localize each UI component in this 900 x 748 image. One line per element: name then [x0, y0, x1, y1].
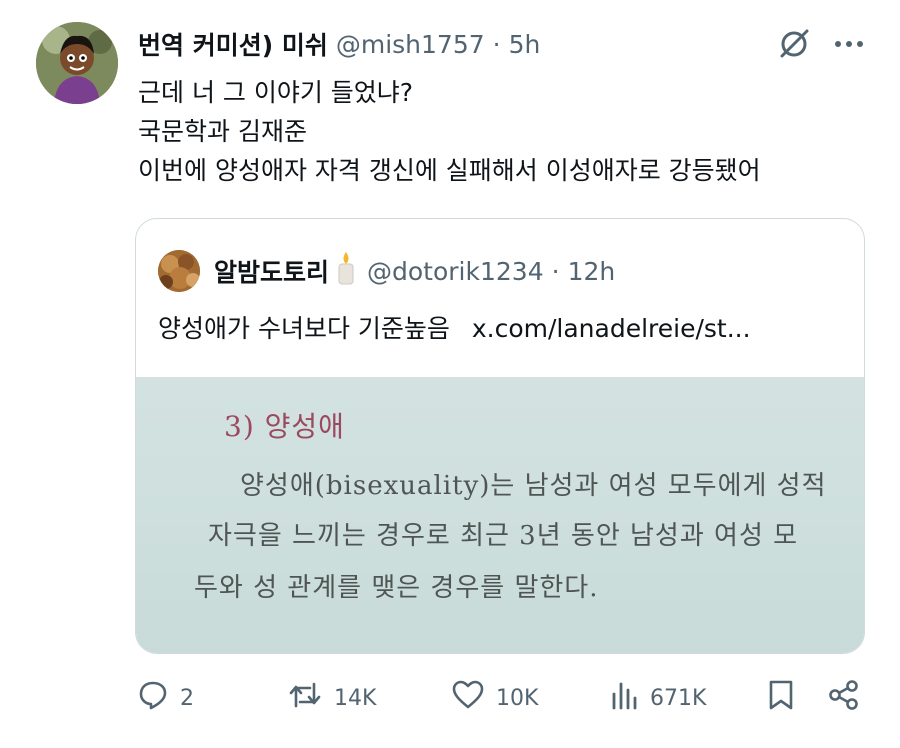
- author-avatar[interactable]: [36, 22, 118, 104]
- bookmark-button[interactable]: [768, 672, 794, 724]
- quote-tweet[interactable]: 알밤도토리 @dotorik1234 · 12h 양성애가 수녀보다 기준높음 …: [135, 218, 865, 654]
- tweet-line: 국문학과 김재준: [138, 117, 307, 146]
- views-button[interactable]: 671K: [610, 672, 706, 724]
- quote-text: 양성애가 수녀보다 기준높음 x.com/lanadelreie/st...: [158, 309, 751, 345]
- tweet-time[interactable]: 5h: [509, 30, 541, 59]
- candle-icon: [335, 251, 357, 291]
- quote-body: 양성애가 수녀보다 기준높음: [158, 314, 450, 343]
- tweet-top-actions: [776, 26, 864, 62]
- more-icon[interactable]: [834, 39, 864, 49]
- share-button[interactable]: [828, 672, 860, 724]
- reply-icon: [138, 680, 168, 716]
- author-handle[interactable]: @mish1757: [336, 30, 485, 59]
- quote-link[interactable]: x.com/lanadelreie/st...: [472, 314, 751, 343]
- quote-image[interactable]: 3) 양성애 양성애(bisexuality)는 남성과 여성 모두에게 성적 …: [136, 377, 864, 653]
- quote-author-name[interactable]: 알밤도토리: [214, 253, 329, 289]
- separator-dot: ·: [492, 29, 501, 59]
- quote-header: 알밤도토리 @dotorik1234 · 12h: [158, 250, 616, 292]
- tweet-line: 근데 너 그 이야기 들었냐?: [138, 78, 414, 107]
- action-bar: 2 14K 10K 671K: [0, 672, 900, 724]
- like-icon: [452, 680, 484, 716]
- separator-dot: ·: [551, 256, 560, 286]
- tweet-line: 이번에 양성애자 자격 갱신에 실패해서 이성애자로 강등됐어: [138, 156, 761, 185]
- grok-icon[interactable]: [776, 26, 812, 62]
- like-count: 10K: [496, 685, 539, 711]
- book-line: 자극을 느끼는 경우로 최근 3년 동안 남성과 여성 모: [208, 521, 799, 551]
- book-heading: 3) 양성애: [224, 410, 345, 443]
- repost-count: 14K: [334, 685, 377, 711]
- bookmark-icon: [768, 679, 794, 717]
- tweet-text: 근데 너 그 이야기 들었냐? 국문학과 김재준 이번에 양성애자 자격 갱신에…: [138, 73, 858, 190]
- views-icon: [610, 680, 638, 716]
- views-count: 671K: [650, 685, 707, 711]
- like-button[interactable]: 10K: [452, 672, 538, 724]
- reply-button[interactable]: 2: [138, 672, 194, 724]
- repost-button[interactable]: 14K: [288, 672, 376, 724]
- share-icon: [828, 679, 860, 717]
- quote-handle[interactable]: @dotorik1234: [367, 257, 544, 286]
- book-line: 두와 성 관계를 맺은 경우를 말한다.: [194, 573, 599, 603]
- author-name[interactable]: 번역 커미션) 미쉬: [138, 26, 328, 62]
- quote-avatar[interactable]: [158, 250, 200, 292]
- repost-icon: [288, 680, 322, 716]
- book-line: 양성애(bisexuality)는 남성과 여성 모두에게 성적: [240, 471, 827, 501]
- quote-time[interactable]: 12h: [568, 257, 616, 286]
- reply-count: 2: [180, 685, 194, 711]
- tweet-header: 번역 커미션) 미쉬 @mish1757 · 5h: [138, 26, 540, 62]
